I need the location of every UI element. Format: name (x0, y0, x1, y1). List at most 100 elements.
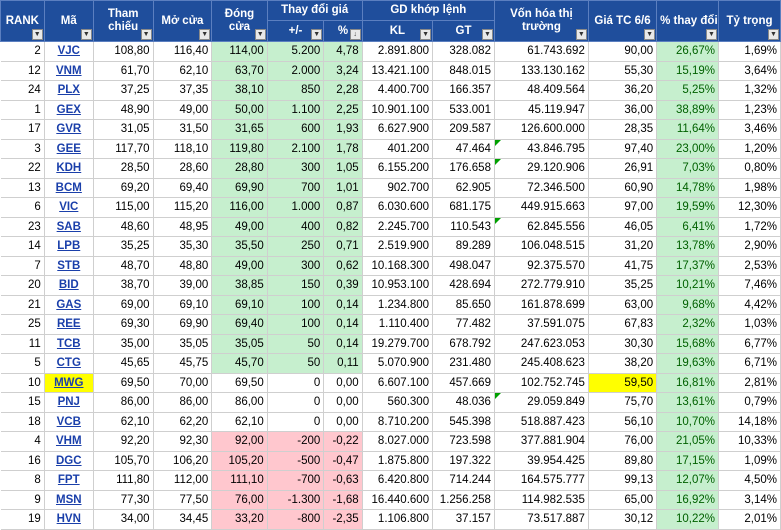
col-weight[interactable]: Tỷ trọng ▼ (718, 0, 781, 42)
filter-dropdown-icon[interactable]: ▼ (140, 29, 152, 40)
filter-dropdown-icon[interactable]: ▼ (420, 29, 432, 40)
symbol-cell[interactable]: HVN (44, 509, 94, 530)
symbol-cell[interactable]: CTG (44, 353, 94, 374)
table-row[interactable]: 20 BID 38,70 39,00 38,85 150 0,39 10.953.100 428… (0, 275, 781, 296)
table-row[interactable]: 15 PNJ 86,00 86,00 86,00 0 0,00 560.300 48.036 29… (0, 392, 781, 413)
filter-dropdown-icon[interactable]: ▼ (644, 29, 656, 40)
symbol-link[interactable]: GAS (56, 299, 81, 311)
symbol-cell[interactable]: MWG (44, 373, 94, 393)
table-row[interactable]: 9 MSN 77,30 77,50 76,00 -1.300 -1,68 16.440.600… (0, 490, 781, 510)
table-row[interactable]: 1 GEX 48,90 49,00 50,00 1.100 2,25 10.901.100 53… (0, 100, 781, 120)
table-row[interactable]: 19 HVN 34,00 34,45 33,20 -800 -2,35 1.106.800 37… (0, 509, 781, 530)
table-row[interactable]: 13 BCM 69,20 69,40 69,90 700 1,01 902.700 62.905… (0, 178, 781, 198)
symbol-cell[interactable]: STB (44, 256, 94, 276)
filter-dropdown-icon[interactable]: ▼ (311, 29, 323, 40)
col-change-abs[interactable]: +/- ▼ (266, 20, 325, 42)
col-open[interactable]: Mở cửa ▼ (152, 0, 213, 42)
table-row[interactable]: 25 REE 69,30 69,90 69,40 100 0,14 1.110.400 77.4… (0, 314, 781, 335)
col-market-cap[interactable]: Vốn hóa thị trường ▼ (493, 0, 589, 42)
sort-desc-icon[interactable]: ↓ (349, 29, 361, 40)
symbol-link[interactable]: PNJ (58, 396, 80, 408)
symbol-cell[interactable]: VNM (44, 61, 94, 81)
symbol-cell[interactable]: GVR (44, 119, 94, 140)
filter-dropdown-icon[interactable]: ▼ (80, 29, 92, 40)
symbol-link[interactable]: TCB (57, 338, 81, 350)
filter-dropdown-icon[interactable]: ▼ (31, 29, 43, 40)
table-row[interactable]: 24 PLX 37,25 37,35 38,10 850 2,28 4.400.700 166.… (0, 80, 781, 101)
symbol-cell[interactable]: GAS (44, 295, 94, 315)
symbol-link[interactable]: MSN (56, 494, 82, 506)
col-symbol[interactable]: Mã ▼ (43, 0, 94, 42)
col-rank[interactable]: RANK ▼ (0, 0, 45, 42)
symbol-cell[interactable]: VHM (44, 431, 94, 452)
symbol-cell[interactable]: LPB (44, 236, 94, 257)
symbol-cell[interactable]: VCB (44, 412, 94, 432)
symbol-link[interactable]: LPB (57, 240, 80, 252)
filter-dropdown-icon[interactable]: ▼ (575, 29, 587, 40)
table-row[interactable]: 23 SAB 48,60 48,95 49,00 400 0,82 2.245.700 110.… (0, 217, 781, 237)
symbol-link[interactable]: SAB (57, 221, 81, 233)
symbol-link[interactable]: VJC (58, 45, 80, 57)
symbol-link[interactable]: STB (57, 260, 80, 272)
symbol-link[interactable]: PLX (58, 84, 80, 96)
symbol-cell[interactable]: MSN (44, 490, 94, 510)
symbol-link[interactable]: HVN (57, 513, 81, 525)
symbol-link[interactable]: CTG (57, 357, 81, 369)
symbol-link[interactable]: VCB (57, 416, 81, 428)
symbol-cell[interactable]: DGC (44, 451, 94, 471)
table-row[interactable]: 14 LPB 35,25 35,30 35,50 250 0,71 2.519.900 89.2… (0, 236, 781, 257)
symbol-cell[interactable]: VJC (44, 41, 94, 62)
col-ref-price-6-6[interactable]: Giá TC 6/6 ▼ (587, 0, 658, 42)
filter-dropdown-icon[interactable]: ▼ (768, 29, 779, 40)
symbol-link[interactable]: GVR (56, 123, 81, 135)
table-row[interactable]: 16 DGC 105,70 106,20 105,20 -500 -0,47 1.875.80… (0, 451, 781, 471)
col-value[interactable]: GT ▼ (432, 20, 495, 42)
symbol-cell[interactable]: FPT (44, 470, 94, 491)
table-row[interactable]: 2 VJC 108,80 116,40 114,00 5.200 4,78 2.891.800… (0, 41, 781, 62)
table-row[interactable]: 7 STB 48,70 48,80 49,00 300 0,62 10.168.300 498.… (0, 256, 781, 276)
symbol-cell[interactable]: BID (44, 275, 94, 296)
symbol-link[interactable]: MWG (54, 377, 83, 389)
symbol-link[interactable]: REE (57, 318, 81, 330)
symbol-cell[interactable]: GEX (44, 100, 94, 120)
symbol-link[interactable]: VNM (56, 65, 82, 77)
symbol-cell[interactable]: BCM (44, 178, 94, 198)
table-row[interactable]: 21 GAS 69,00 69,10 69,10 100 0,14 1.234.800 85.6… (0, 295, 781, 315)
col-reference[interactable]: Tham chiếu ▼ (92, 0, 154, 42)
symbol-link[interactable]: BCM (56, 182, 82, 194)
symbol-cell[interactable]: TCB (44, 334, 94, 354)
table-row[interactable]: 17 GVR 31,05 31,50 31,65 600 1,93 6.627.900 209.… (0, 119, 781, 140)
table-row[interactable]: 18 VCB 62,10 62,20 62,10 0 0,00 8.710.200 545.39… (0, 412, 781, 432)
filter-dropdown-icon[interactable]: ▼ (199, 29, 211, 40)
symbol-cell[interactable]: PLX (44, 80, 94, 101)
symbol-cell[interactable]: PNJ (44, 392, 94, 413)
symbol-link[interactable]: FPT (58, 474, 80, 486)
table-row[interactable]: 22 KDH 28,50 28,60 28,80 300 1,05 6.155.200 176.… (0, 158, 781, 179)
symbol-link[interactable]: GEX (57, 104, 81, 116)
col-change-pct[interactable]: % ↓ (323, 20, 363, 42)
symbol-link[interactable]: VHM (56, 435, 82, 447)
symbol-link[interactable]: KDH (56, 162, 81, 174)
col-close[interactable]: Đóng cửa ▼ (211, 0, 268, 42)
symbol-link[interactable]: VIC (59, 201, 78, 213)
table-row[interactable]: 5 CTG 45,65 45,75 45,70 50 0,11 5.070.900 231.48… (0, 353, 781, 374)
symbol-link[interactable]: DGC (56, 455, 82, 467)
symbol-cell[interactable]: REE (44, 314, 94, 335)
table-row[interactable]: 11 TCB 35,00 35,05 35,05 50 0,14 19.279.700 678.… (0, 334, 781, 354)
table-row[interactable]: 10 MWG 69,50 70,00 69,50 0 0,00 6.607.100 457.66… (0, 373, 781, 393)
table-row[interactable]: 6 VIC 115,00 115,20 116,00 1.000 0,87 6.030.600… (0, 197, 781, 218)
table-row[interactable]: 8 FPT 111,80 112,00 111,10 -700 -0,63 6.420.800… (0, 470, 781, 491)
symbol-link[interactable]: BID (59, 279, 79, 291)
table-row[interactable]: 4 VHM 92,20 92,30 92,00 -200 -0,22 8.027.000 723… (0, 431, 781, 452)
col-pct-change[interactable]: % thay đổi ▼ (656, 0, 720, 42)
filter-dropdown-icon[interactable]: ▼ (254, 29, 266, 40)
col-volume[interactable]: KL ▼ (361, 20, 434, 42)
symbol-cell[interactable]: KDH (44, 158, 94, 179)
filter-dropdown-icon[interactable]: ▼ (481, 29, 493, 40)
symbol-cell[interactable]: SAB (44, 217, 94, 237)
filter-dropdown-icon[interactable]: ▼ (706, 29, 718, 40)
table-row[interactable]: 12 VNM 61,70 62,10 63,70 2.000 3,24 13.421.100 8… (0, 61, 781, 81)
symbol-cell[interactable]: GEE (44, 139, 94, 159)
symbol-cell[interactable]: VIC (44, 197, 94, 218)
table-row[interactable]: 3 GEE 117,70 118,10 119,80 2.100 1,78 401.200 47… (0, 139, 781, 159)
